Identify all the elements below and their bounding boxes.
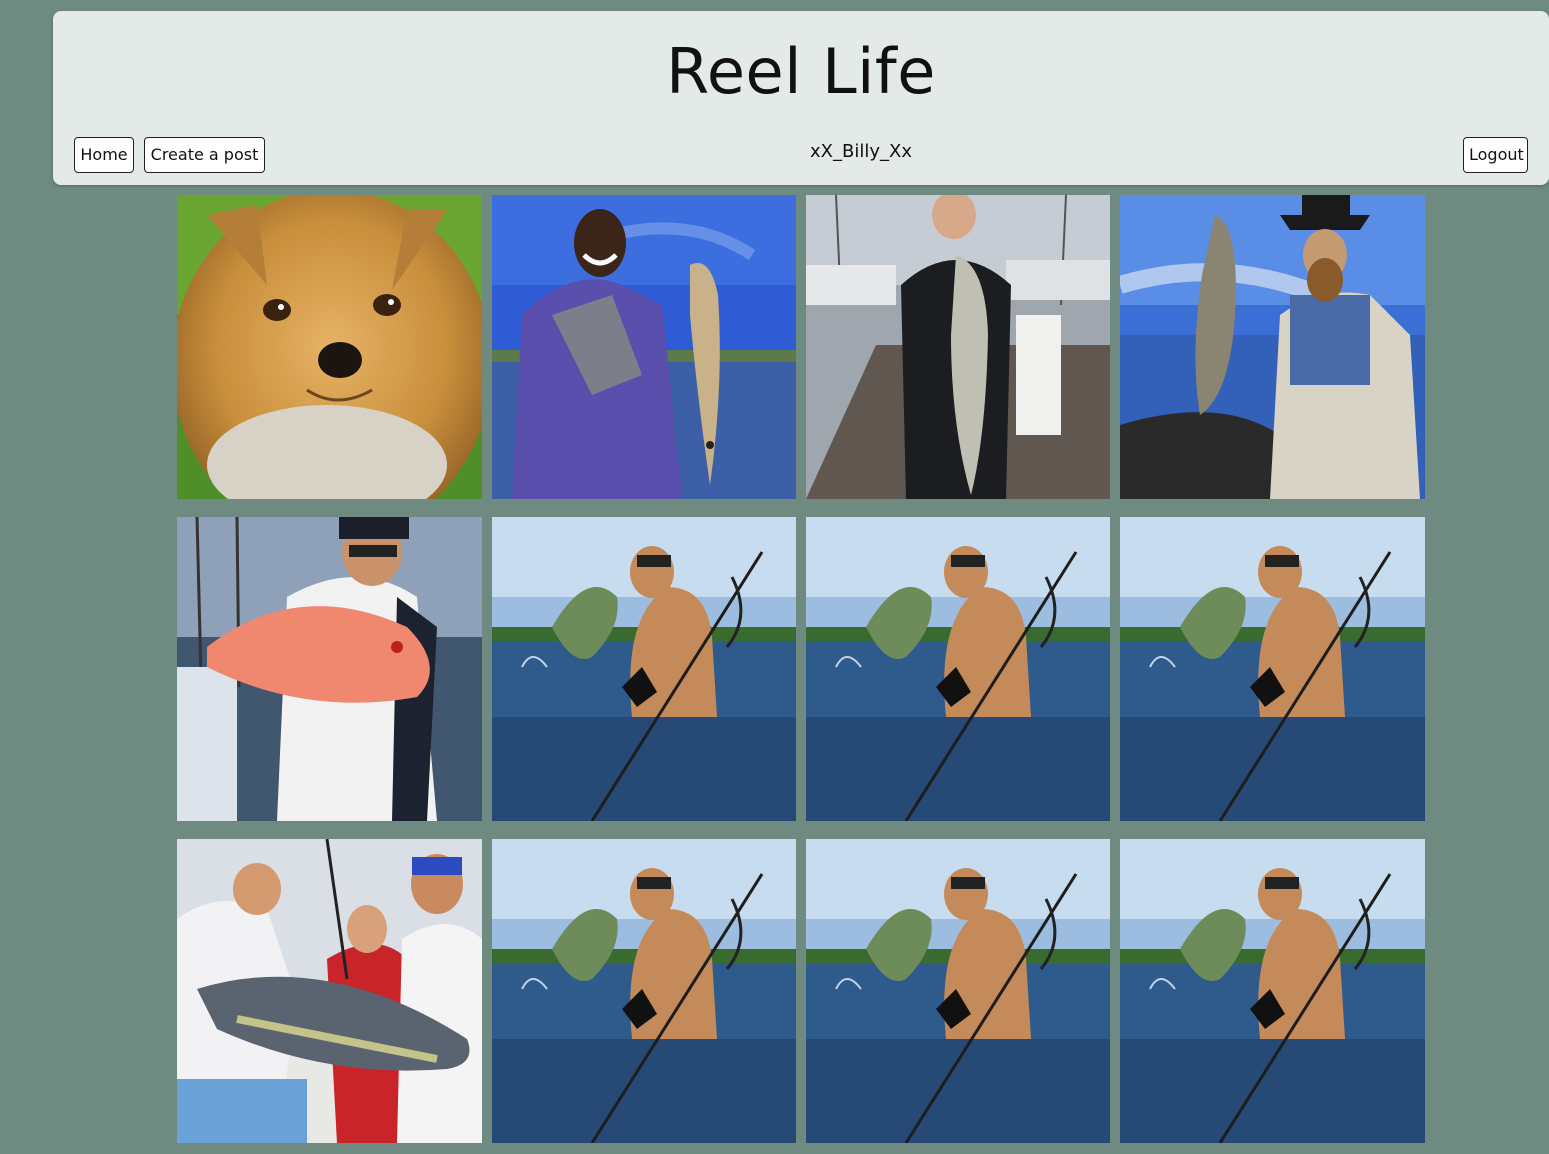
post-thumbnail[interactable] <box>492 517 796 821</box>
man-holding-red-snapper-photo <box>177 517 482 821</box>
spearfisher-holding-fish-in-water-photo <box>492 839 796 1143</box>
site-title: Reel Life <box>666 35 936 108</box>
post-grid <box>177 195 1425 1143</box>
three-men-holding-tuna-photo <box>177 839 482 1143</box>
post-thumbnail[interactable] <box>177 195 482 499</box>
username-label: xX_Billy_Xx <box>810 141 912 162</box>
post-thumbnail[interactable] <box>1120 195 1425 499</box>
post-thumbnail[interactable] <box>492 195 796 499</box>
create-post-button[interactable]: Create a post <box>144 137 265 173</box>
spearfisher-holding-fish-in-water-photo <box>1120 517 1425 821</box>
home-button[interactable]: Home <box>74 137 134 173</box>
man-holding-striped-bass-at-marina-photo <box>806 195 1110 499</box>
bearded-man-holding-catfish-on-boat-photo <box>1120 195 1425 499</box>
spearfisher-holding-fish-in-water-photo <box>492 517 796 821</box>
post-thumbnail[interactable] <box>806 839 1110 1143</box>
post-thumbnail[interactable] <box>492 839 796 1143</box>
spearfisher-holding-fish-in-water-photo <box>806 839 1110 1143</box>
yorkshire-terrier-photo <box>177 195 482 499</box>
post-thumbnail[interactable] <box>1120 839 1425 1143</box>
post-thumbnail[interactable] <box>806 195 1110 499</box>
post-thumbnail[interactable] <box>177 517 482 821</box>
post-thumbnail[interactable] <box>177 839 482 1143</box>
logout-button[interactable]: Logout <box>1463 137 1528 173</box>
post-thumbnail[interactable] <box>806 517 1110 821</box>
man-holding-redfish-photo <box>492 195 796 499</box>
spearfisher-holding-fish-in-water-photo <box>806 517 1110 821</box>
post-thumbnail[interactable] <box>1120 517 1425 821</box>
spearfisher-holding-fish-in-water-photo <box>1120 839 1425 1143</box>
site-header: Reel Life Home Create a post xX_Billy_Xx… <box>53 11 1549 185</box>
